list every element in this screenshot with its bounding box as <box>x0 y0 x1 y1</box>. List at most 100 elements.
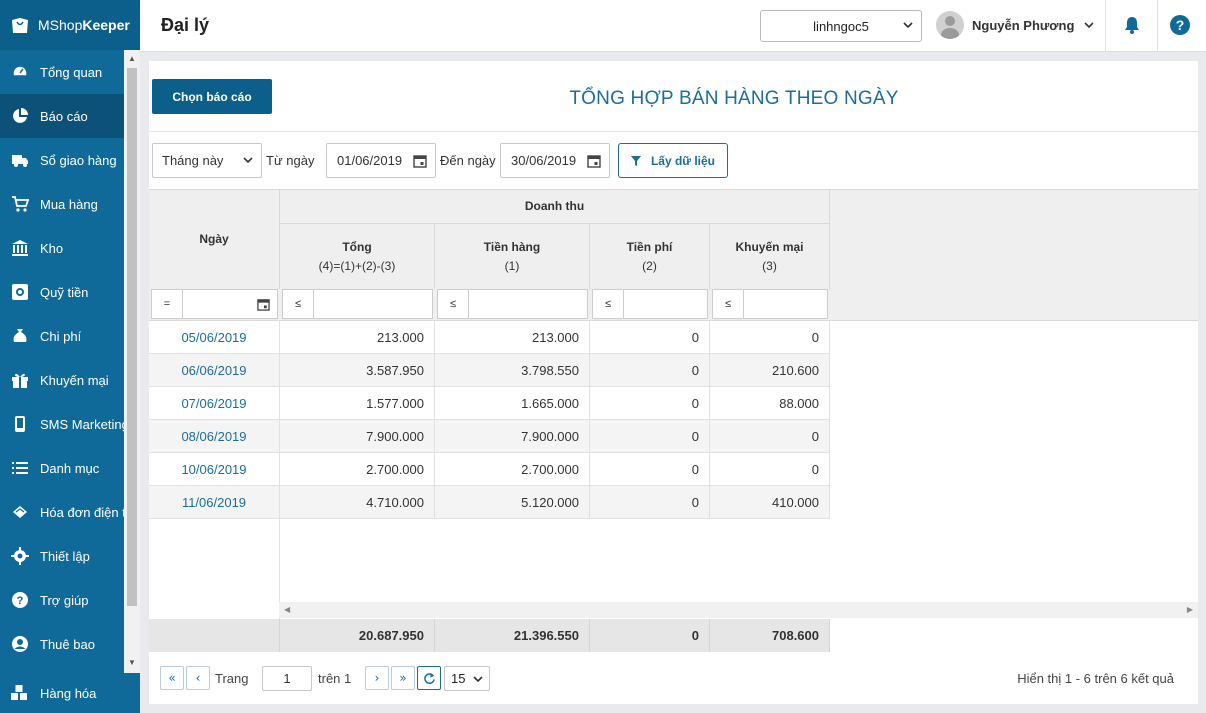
app-logo[interactable]: MShopKeeper <box>0 0 140 50</box>
help-icon[interactable]: ? <box>1170 15 1190 35</box>
row-date-link[interactable]: 06/06/2019 <box>149 354 280 387</box>
sidebar-item-pie-chart[interactable]: Báo cáo <box>0 94 124 138</box>
column-header-tien-phi[interactable]: Tiền phí (2) <box>590 224 710 289</box>
choose-report-button[interactable]: Chọn báo cáo <box>152 79 272 114</box>
horizontal-scrollbar[interactable]: ◀ ▶ <box>279 602 1198 618</box>
table-row[interactable]: 08/06/2019 7.900.000 7.900.000 0 0 <box>149 420 830 453</box>
page-label: Trang <box>215 671 249 686</box>
column-header-date[interactable]: Ngày <box>149 190 280 289</box>
sidebar-item-invoice[interactable]: Hóa đơn điện tử <box>0 490 124 534</box>
table-row[interactable]: 05/06/2019 213.000 213.000 0 0 <box>149 321 830 354</box>
boxes-icon <box>10 683 30 703</box>
sidebar-item-phone[interactable]: SMS Marketing <box>0 402 124 446</box>
row-date-link[interactable]: 07/06/2019 <box>149 387 280 420</box>
user-menu[interactable]: Nguyễn Phương <box>936 11 1095 39</box>
period-select[interactable]: Tháng này <box>152 143 262 178</box>
sidebar-item-label: Chi phí <box>40 328 82 344</box>
cell-khuyen-mai: 410.000 <box>710 486 830 519</box>
row-date-link[interactable]: 05/06/2019 <box>149 321 280 354</box>
filter-input[interactable] <box>469 289 588 319</box>
filter-operator[interactable]: ≤ <box>282 289 314 319</box>
total-tien-hang: 21.396.550 <box>435 619 590 652</box>
cell-tien-hang: 1.665.000 <box>435 387 590 420</box>
chevron-down-icon <box>243 157 253 164</box>
filter-input[interactable] <box>744 289 828 319</box>
sidebar-item-label: Thuê bao <box>40 636 95 652</box>
to-date-label: Đến ngày <box>440 153 496 168</box>
gear-icon <box>10 546 30 566</box>
header-divider <box>1105 0 1106 52</box>
sidebar-item-hang-hoa[interactable]: Hàng hóa <box>0 673 140 713</box>
cell-tong: 7.900.000 <box>280 420 435 453</box>
next-page-button[interactable]: › <box>365 666 389 690</box>
filter-input[interactable] <box>183 289 278 319</box>
column-filter: = <box>151 289 278 319</box>
cell-tong: 3.587.950 <box>280 354 435 387</box>
avatar <box>936 11 964 39</box>
scrollbar-thumb[interactable] <box>127 68 137 606</box>
report-panel: Chọn báo cáo TỔNG HỢP BÁN HÀNG THEO NGÀY… <box>149 61 1198 704</box>
user-circle-icon <box>10 634 30 654</box>
sidebar-item-user-circle[interactable]: Thuê bao <box>0 622 124 666</box>
refresh-button[interactable] <box>417 666 441 690</box>
calendar-icon[interactable] <box>413 154 427 168</box>
sidebar-scrollbar[interactable]: ▲ ▼ <box>124 50 140 673</box>
sidebar-item-safe[interactable]: Quỹ tiền <box>0 270 124 314</box>
filter-operator[interactable]: ≤ <box>592 289 624 319</box>
column-filter: ≤ <box>592 289 708 319</box>
filter-operator[interactable]: ≤ <box>712 289 744 319</box>
prev-page-button[interactable]: ‹ <box>186 666 210 690</box>
fetch-data-label: Lấy dữ liệu <box>650 153 716 168</box>
sidebar-item-help[interactable]: ? Trợ giúp <box>0 578 124 622</box>
sidebar-item-label: Hàng hóa <box>40 685 97 701</box>
scroll-right-arrow-icon[interactable]: ▶ <box>1187 605 1193 614</box>
scroll-up-arrow-icon[interactable]: ▲ <box>124 52 140 66</box>
row-date-link[interactable]: 08/06/2019 <box>149 420 280 453</box>
divider <box>149 131 1198 132</box>
column-header-khuyen-mai[interactable]: Khuyến mại (3) <box>710 224 830 289</box>
store-select[interactable]: linhngoc5 <box>760 10 922 42</box>
invoice-icon <box>10 502 30 522</box>
sidebar-item-gear[interactable]: Thiết lập <box>0 534 124 578</box>
row-date-link[interactable]: 10/06/2019 <box>149 453 280 486</box>
page-title: Đại lý <box>161 15 210 35</box>
filter-operator[interactable]: = <box>151 289 183 319</box>
filter-input[interactable] <box>314 289 433 319</box>
dashboard-icon <box>10 62 30 82</box>
table-row[interactable]: 07/06/2019 1.577.000 1.665.000 0 88.000 <box>149 387 830 420</box>
to-date-value: 30/06/2019 <box>511 153 577 168</box>
sidebar-item-label: Thiết lập <box>40 548 90 564</box>
sidebar-item-money-bag[interactable]: Chi phí <box>0 314 124 358</box>
from-date-input[interactable]: 01/06/2019 <box>326 143 436 178</box>
column-group-revenue: Doanh thu <box>280 190 830 223</box>
table-row[interactable]: 10/06/2019 2.700.000 2.700.000 0 0 <box>149 453 830 486</box>
filter-operator[interactable]: ≤ <box>437 289 469 319</box>
calendar-icon[interactable] <box>257 298 270 311</box>
sidebar-item-dashboard[interactable]: Tổng quan <box>0 50 124 94</box>
bell-icon[interactable] <box>1122 15 1142 35</box>
report-grid: Ngày Doanh thu Tổng (4)=(1)+(2)-(3) Tiền h… <box>149 189 1198 652</box>
table-row[interactable]: 11/06/2019 4.710.000 5.120.000 0 410.000 <box>149 486 830 519</box>
scroll-left-arrow-icon[interactable]: ◀ <box>284 605 290 614</box>
column-header-tien-hang[interactable]: Tiền hàng (1) <box>435 224 590 289</box>
filter-input[interactable] <box>624 289 708 319</box>
cell-tien-hang: 213.000 <box>435 321 590 354</box>
table-row[interactable]: 06/06/2019 3.587.950 3.798.550 0 210.600 <box>149 354 830 387</box>
to-date-input[interactable]: 30/06/2019 <box>500 143 610 178</box>
sidebar-item-gift[interactable]: Khuyến mại <box>0 358 124 402</box>
page-size-select[interactable]: 15 <box>444 666 490 691</box>
sidebar-item-warehouse[interactable]: Kho <box>0 226 124 270</box>
scroll-down-arrow-icon[interactable]: ▼ <box>124 656 140 670</box>
page-number-input[interactable] <box>262 666 312 691</box>
fetch-data-button[interactable]: Lấy dữ liệu <box>618 143 728 178</box>
first-page-button[interactable]: « <box>160 666 184 690</box>
cell-tien-hang: 2.700.000 <box>435 453 590 486</box>
sidebar-item-delivery-truck[interactable]: Sổ giao hàng <box>0 138 124 182</box>
sidebar-item-list[interactable]: Danh mục <box>0 446 124 490</box>
last-page-button[interactable]: » <box>391 666 415 690</box>
column-header-tong[interactable]: Tổng (4)=(1)+(2)-(3) <box>280 224 435 289</box>
row-date-link[interactable]: 11/06/2019 <box>149 486 280 519</box>
sidebar-item-cart[interactable]: Mua hàng <box>0 182 124 226</box>
app-brand: MShopKeeper <box>38 17 130 33</box>
calendar-icon[interactable] <box>587 154 601 168</box>
